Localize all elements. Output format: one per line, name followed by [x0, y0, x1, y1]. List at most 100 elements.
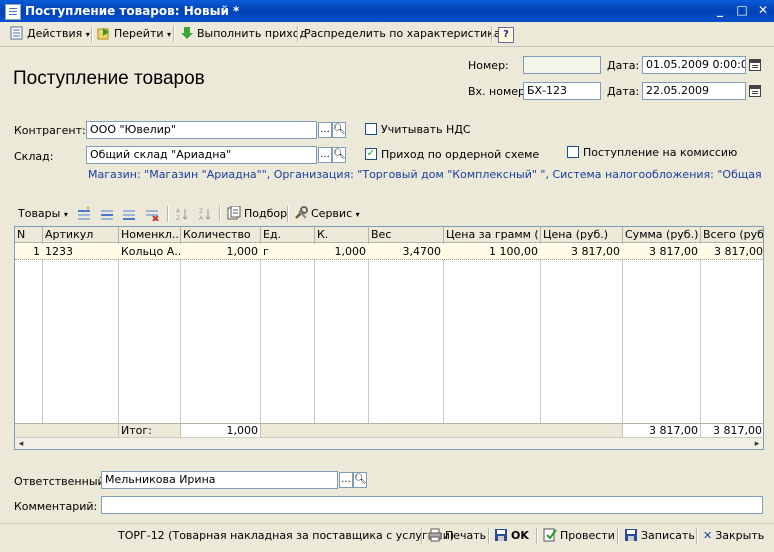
commission-checkbox[interactable] — [567, 146, 579, 158]
goto-menu[interactable]: Перейти ▾ — [97, 25, 171, 43]
responsible-field[interactable]: Мельникова Ирина — [101, 471, 338, 489]
comment-field[interactable] — [101, 496, 763, 514]
print-form-link[interactable]: ТОРГ-12 (Товарная накладная за поставщик… — [118, 527, 454, 545]
actions-menu[interactable]: Действия ▾ — [10, 25, 90, 43]
row-number-cell[interactable]: 1 — [15, 244, 42, 260]
order-scheme-label: Приход по ордерной схеме — [381, 148, 540, 161]
calendar-icon[interactable] — [749, 85, 761, 97]
scroll-right-icon[interactable]: ▸ — [751, 438, 763, 449]
in-date-field[interactable]: 22.05.2009 — [642, 82, 746, 100]
post-receipt-button[interactable]: Выполнить приход — [180, 25, 307, 43]
search-icon[interactable]: 🔍︎ — [332, 147, 346, 163]
service-menu[interactable]: Сервис ▾ — [294, 205, 360, 223]
select-responsible-button[interactable]: ... — [339, 472, 353, 488]
chevron-down-icon: ▾ — [167, 30, 172, 39]
date-field[interactable]: 01.05.2009 0:00:00 — [642, 56, 746, 74]
column-header[interactable]: Артикул — [43, 227, 119, 243]
column-header[interactable]: К. — [315, 227, 369, 243]
goods-menu[interactable]: Товары ▾ — [18, 205, 68, 223]
column-header[interactable]: Номенкл... — [119, 227, 181, 243]
in-date-label: Дата: — [607, 85, 640, 98]
ok-button[interactable]: OK — [494, 527, 529, 545]
in-number-field[interactable]: БХ-123 — [523, 82, 601, 100]
distribute-button[interactable]: Распределить по характеристикам — [304, 25, 509, 43]
column-header[interactable]: Сумма (руб.) — [623, 227, 701, 243]
ok-icon — [495, 529, 507, 541]
column-header[interactable]: N — [15, 227, 43, 243]
goods-table[interactable]: N Артикул Номенкл... Количество Ед. К. В… — [14, 226, 764, 450]
delete-row-icon[interactable] — [145, 207, 159, 221]
calendar-icon[interactable] — [749, 59, 761, 71]
counterparty-field[interactable]: ООО "Ювелир" — [86, 121, 317, 139]
sort-ascending-icon[interactable]: AZ — [175, 207, 189, 221]
copy-row-icon[interactable] — [100, 207, 114, 221]
close-button[interactable]: ✕ Закрыть — [703, 527, 764, 545]
document-info-link[interactable]: Магазин: "Магазин "Ариадна"", Организаци… — [88, 168, 764, 181]
weight-cell[interactable]: 3,4700 — [369, 244, 443, 260]
toolbar-divider — [167, 206, 169, 222]
goto-label: Перейти — [114, 27, 164, 40]
conduct-label: Провести — [560, 529, 615, 542]
save-icon — [625, 529, 637, 541]
close-window-button[interactable]: ✕ — [755, 2, 771, 18]
page-title: Поступление товаров — [13, 68, 205, 89]
column-header[interactable]: Цена за грамм (... — [444, 227, 541, 243]
goto-icon — [97, 28, 109, 40]
responsible-label: Ответственный: — [14, 475, 109, 488]
article-cell[interactable]: 1233 — [43, 244, 118, 260]
search-icon[interactable]: 🔍︎ — [353, 472, 367, 488]
coefficient-cell[interactable]: 1,000 — [315, 244, 368, 260]
toolbar-divider — [421, 528, 423, 544]
select-warehouse-button[interactable]: ... — [318, 147, 332, 163]
unit-cell[interactable]: г — [261, 244, 314, 260]
selection-icon — [227, 206, 241, 220]
number-field[interactable] — [523, 56, 601, 74]
save-button[interactable]: Записать — [624, 527, 695, 545]
add-row-icon[interactable] — [77, 207, 91, 221]
selection-button[interactable]: Подбор — [227, 205, 287, 223]
column-divider — [314, 243, 315, 423]
column-header[interactable]: Цена (руб.) — [541, 227, 623, 243]
order-scheme-checkbox[interactable]: ✓ — [365, 148, 377, 160]
vat-label: Учитывать НДС — [381, 123, 471, 136]
conduct-icon — [543, 528, 557, 542]
conduct-button[interactable]: Провести — [543, 527, 615, 545]
warehouse-field[interactable]: Общий склад "Ариадна" — [86, 146, 317, 164]
column-header[interactable]: Вес — [369, 227, 444, 243]
column-header[interactable]: Количество — [181, 227, 261, 243]
chevron-down-icon: ▾ — [63, 210, 68, 219]
minimize-button[interactable]: _ — [712, 2, 728, 18]
select-counterparty-button[interactable]: ... — [318, 122, 332, 138]
toolbar-divider — [536, 528, 538, 544]
in-number-label: Вх. номер: — [468, 85, 529, 98]
sort-descending-icon[interactable]: ZA — [198, 207, 212, 221]
toolbar-divider — [219, 206, 221, 222]
scroll-left-icon[interactable]: ◂ — [15, 438, 27, 449]
maximize-button[interactable]: □ — [734, 2, 750, 18]
footer-cell — [261, 423, 623, 437]
price-cell[interactable]: 3 817,00 — [541, 244, 622, 260]
vat-checkbox[interactable] — [365, 123, 377, 135]
edit-row-icon[interactable] — [122, 207, 136, 221]
date-label: Дата: — [607, 59, 640, 72]
price-per-gram-cell[interactable]: 1 100,00 — [444, 244, 540, 260]
title-bar[interactable]: Поступление товаров: Новый * _ □ ✕ — [0, 0, 774, 22]
goods-toolbar: Товары ▾ AZ ZA Подбор Сервис ▾ — [14, 204, 764, 224]
total-cell[interactable]: 3 817,00 — [701, 244, 763, 260]
column-divider — [443, 243, 444, 423]
search-icon[interactable]: 🔍︎ — [332, 122, 346, 138]
column-header[interactable]: Всего (руб.) — [701, 227, 763, 243]
print-button[interactable]: Печать — [428, 527, 486, 545]
print-label: Печать — [445, 529, 487, 542]
sum-cell[interactable]: 3 817,00 — [623, 244, 700, 260]
toolbar-divider — [173, 26, 175, 42]
footer-total-label: Итог: — [119, 423, 181, 437]
nomenclature-cell[interactable]: Кольцо А... — [119, 244, 180, 260]
column-header[interactable]: Ед. — [261, 227, 315, 243]
horizontal-scrollbar[interactable]: ◂ ▸ — [15, 437, 763, 449]
goods-label: Товары — [18, 207, 61, 220]
quantity-cell[interactable]: 1,000 — [181, 244, 260, 260]
column-divider — [42, 243, 43, 423]
help-button[interactable]: ? — [498, 25, 514, 43]
svg-text:A: A — [176, 208, 181, 215]
